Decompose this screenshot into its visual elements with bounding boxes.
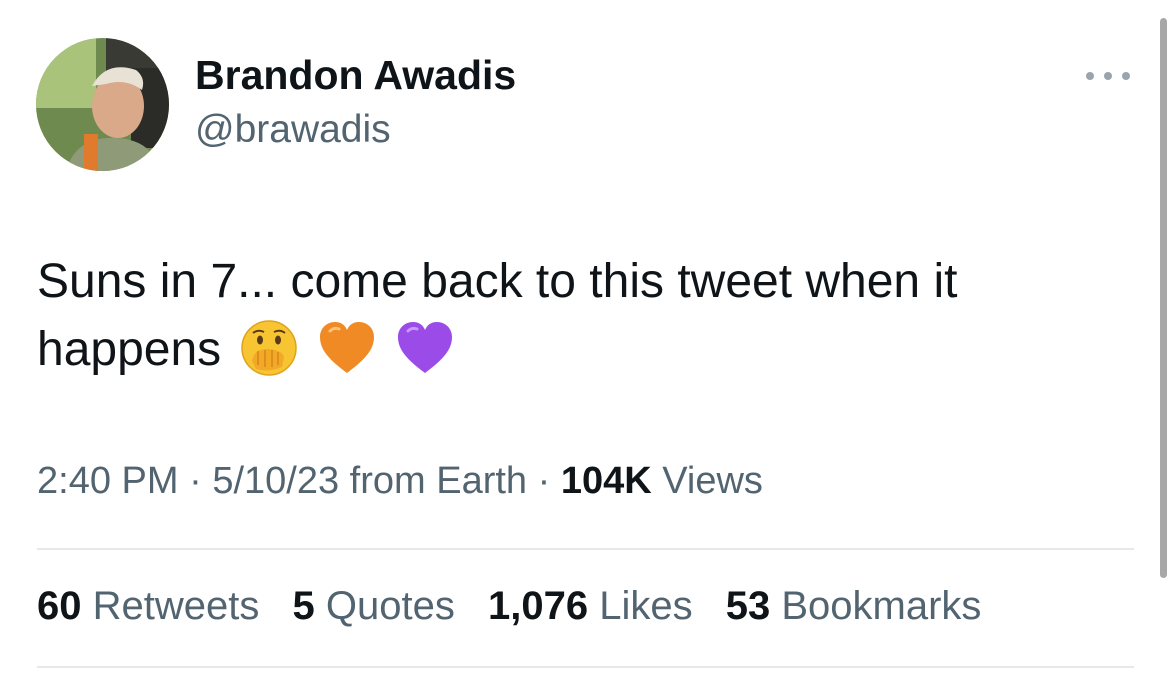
quotes-count: 5 bbox=[292, 584, 315, 628]
avatar[interactable] bbox=[36, 38, 169, 171]
author-handle[interactable]: @brawadis bbox=[195, 108, 391, 152]
tweet-text: Suns in 7... come back to this tweet whe… bbox=[37, 248, 1117, 384]
quotes-label: Quotes bbox=[325, 584, 455, 628]
author-name[interactable]: Brandon Awadis bbox=[195, 52, 516, 99]
bookmarks-count: 53 bbox=[725, 584, 771, 628]
separator: · bbox=[189, 460, 202, 502]
tweet-source: from Earth bbox=[349, 460, 528, 502]
more-dot bbox=[1122, 72, 1130, 80]
retweets-stat[interactable]: 60 Retweets bbox=[37, 584, 259, 629]
more-dot bbox=[1104, 72, 1112, 80]
bookmarks-stat[interactable]: 53 Bookmarks bbox=[726, 584, 982, 629]
face-with-hand-over-mouth-icon bbox=[238, 317, 300, 379]
more-dot bbox=[1086, 72, 1094, 80]
tweet-text-line2: happens bbox=[37, 323, 222, 376]
likes-stat[interactable]: 1,076 Likes bbox=[488, 584, 693, 629]
more-options-icon[interactable] bbox=[1084, 64, 1132, 88]
separator: · bbox=[537, 460, 551, 502]
tweet-page: Brandon Awadis @brawadis Suns in 7... co… bbox=[0, 0, 1170, 681]
views-label[interactable]: Views bbox=[662, 460, 763, 502]
purple-heart-icon bbox=[394, 317, 456, 379]
scrollbar[interactable] bbox=[1160, 18, 1167, 578]
tweet-time[interactable]: 2:40 PM bbox=[37, 460, 179, 502]
views-count[interactable]: 104K bbox=[561, 460, 652, 502]
likes-label: Likes bbox=[599, 584, 693, 628]
avatar-photo bbox=[36, 38, 169, 171]
divider bbox=[37, 548, 1134, 550]
tweet-stats: 60 Retweets 5 Quotes 1,076 Likes 53 Book… bbox=[37, 584, 1003, 629]
likes-count: 1,076 bbox=[487, 584, 589, 628]
retweets-count: 60 bbox=[37, 584, 82, 628]
divider bbox=[37, 666, 1134, 668]
tweet-text-line1: Suns in 7... come back to this tweet whe… bbox=[37, 255, 958, 308]
retweets-label: Retweets bbox=[92, 584, 260, 628]
orange-heart-icon bbox=[316, 317, 378, 379]
bookmarks-label: Bookmarks bbox=[781, 584, 982, 628]
quotes-stat[interactable]: 5 Quotes bbox=[293, 584, 455, 629]
tweet-date[interactable]: 5/10/23 bbox=[212, 460, 339, 502]
tweet-metadata: 2:40 PM · 5/10/23 from Earth · 104K View… bbox=[37, 460, 763, 503]
